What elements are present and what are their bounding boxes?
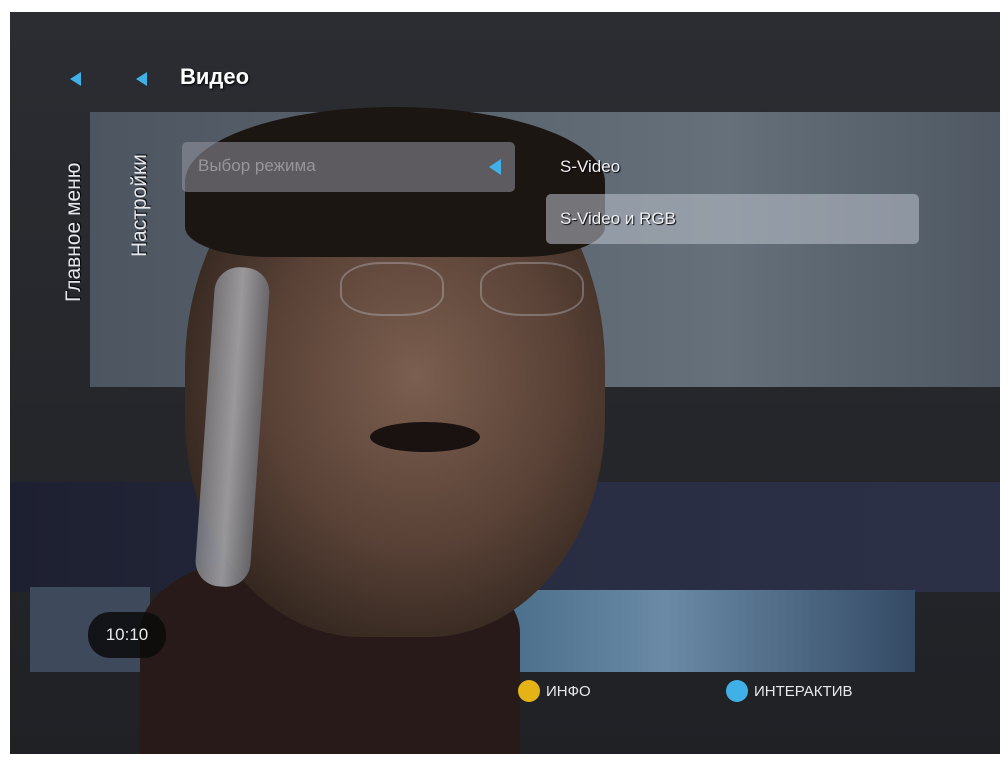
back-arrow-icon[interactable] bbox=[136, 72, 147, 86]
hint-info-label: ИНФО bbox=[546, 682, 591, 700]
yellow-button-icon bbox=[518, 680, 540, 702]
hint-interactive[interactable]: ИНТЕРАКТИВ bbox=[726, 680, 852, 702]
breadcrumb-settings[interactable]: Настройки bbox=[128, 92, 152, 257]
back-arrow-icon[interactable] bbox=[70, 72, 81, 86]
breadcrumb-main-menu[interactable]: Главное меню bbox=[62, 92, 86, 302]
blue-button-icon bbox=[726, 680, 748, 702]
hint-info[interactable]: ИНФО bbox=[518, 680, 591, 702]
option-s-video[interactable]: S-Video bbox=[546, 142, 919, 192]
tv-screen: Главное меню Настройки Видео Выбор режим… bbox=[10, 12, 1000, 754]
mode-select[interactable]: Выбор режима bbox=[182, 142, 515, 192]
option-s-video-rgb[interactable]: S-Video и RGB bbox=[546, 194, 919, 244]
clock: 10:10 bbox=[88, 612, 166, 658]
page-title: Видео bbox=[180, 64, 250, 89]
mode-select-label: Выбор режима bbox=[198, 156, 316, 175]
arrow-left-icon bbox=[489, 159, 501, 175]
hint-interactive-label: ИНТЕРАКТИВ bbox=[754, 682, 853, 700]
